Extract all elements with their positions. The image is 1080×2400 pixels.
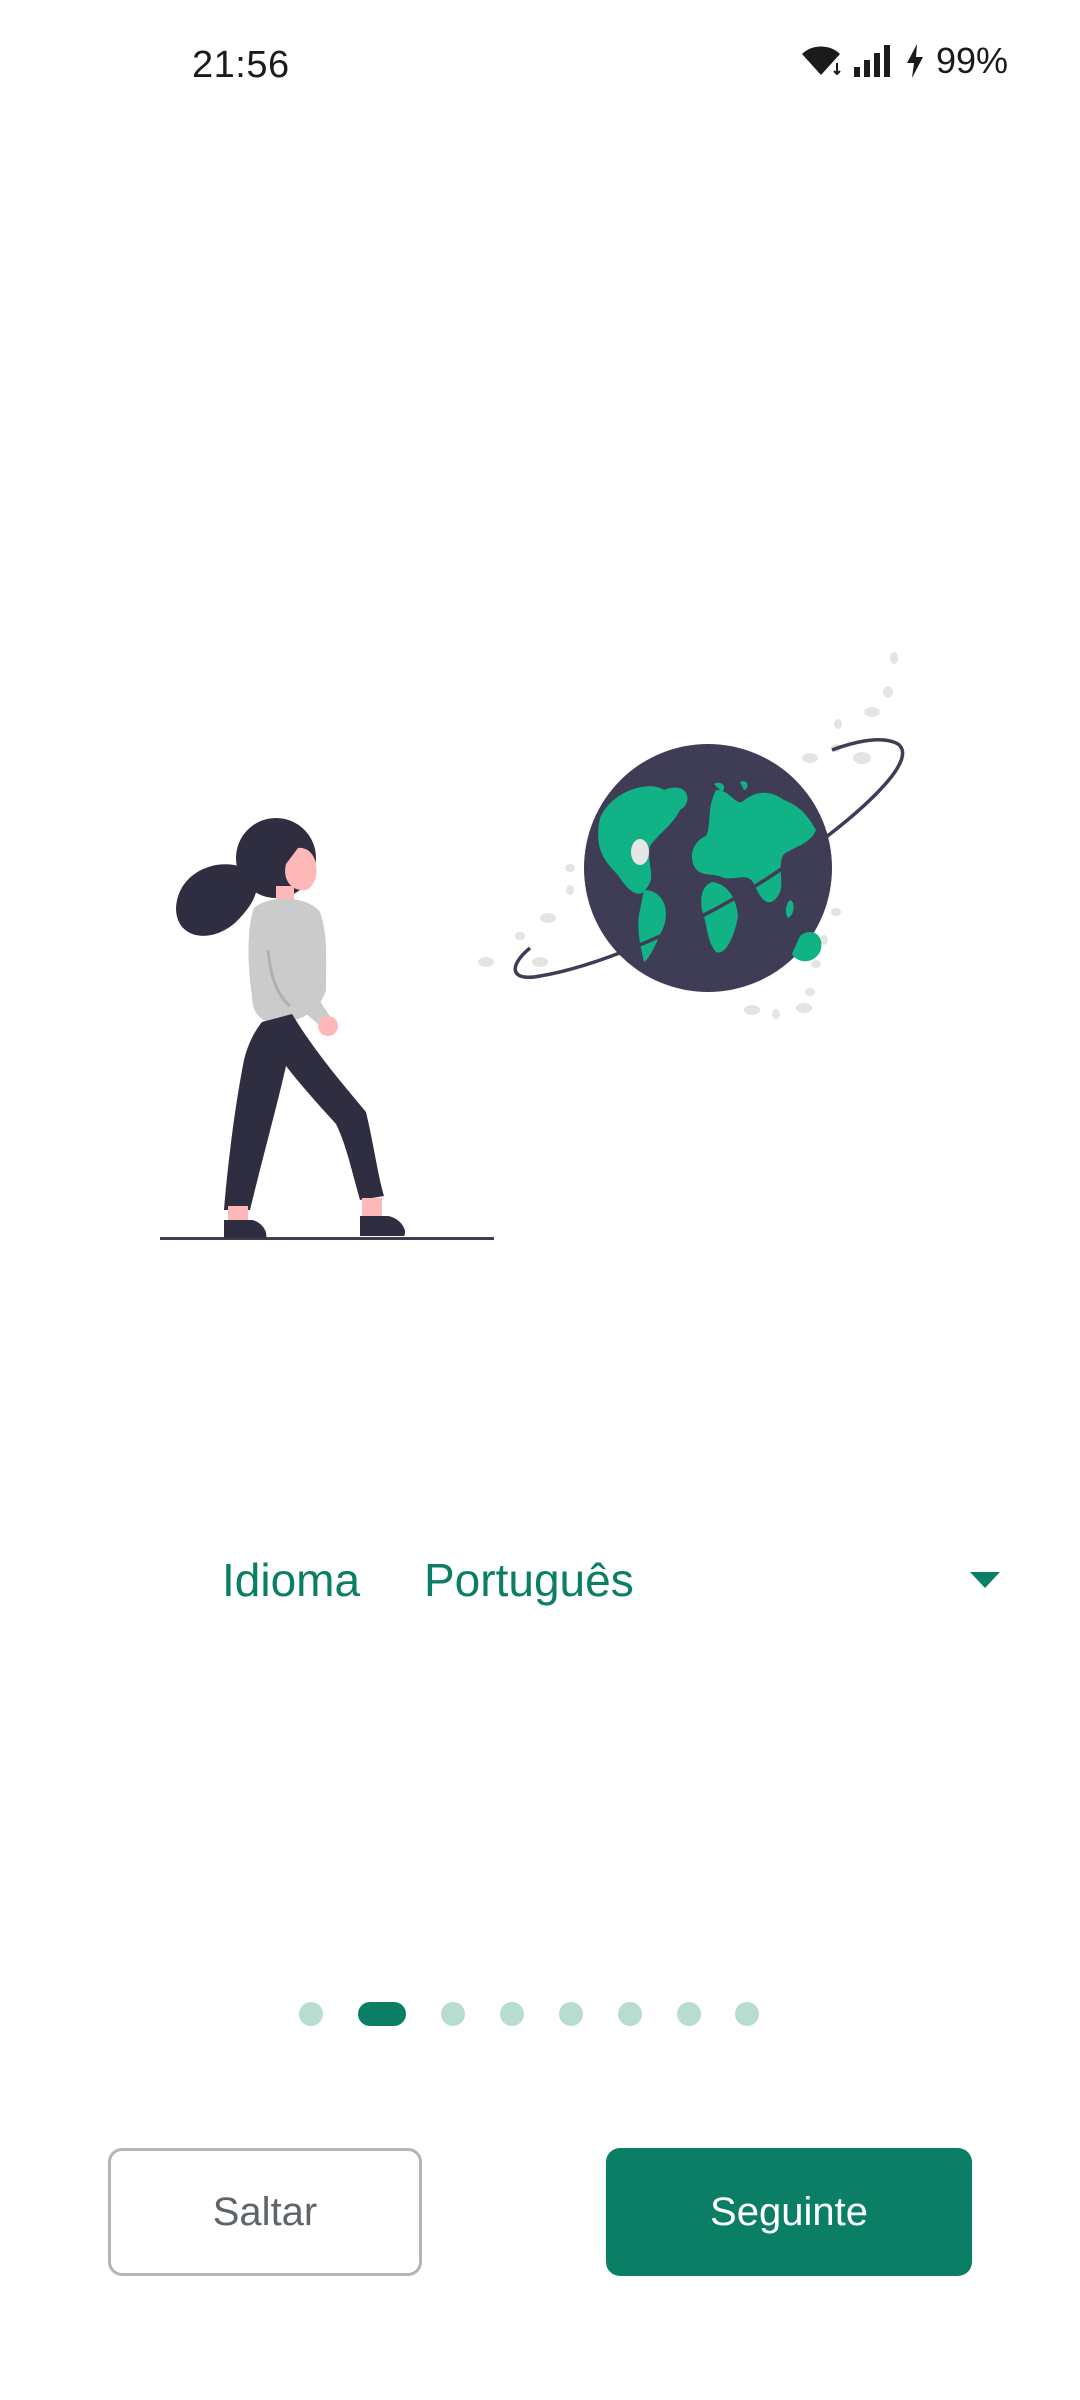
page-dot-3 — [441, 2002, 465, 2026]
language-selected-value: Português — [424, 1554, 634, 1606]
page-dot-7 — [677, 2002, 701, 2026]
status-time: 21:56 — [192, 44, 290, 86]
page-dot-8 — [735, 2002, 759, 2026]
charging-icon — [906, 44, 923, 78]
battery-percent: 99% — [935, 40, 1008, 81]
status-bar: 21:56 99% — [0, 0, 1080, 140]
woman-walking-illustration — [160, 818, 494, 1240]
page-dot-6 — [618, 2002, 642, 2026]
language-setting: Idioma Português — [222, 1540, 1014, 1620]
globe-illustration — [478, 652, 905, 1019]
signal-icon — [853, 45, 890, 77]
language-label: Idioma — [222, 1554, 361, 1606]
language-dropdown[interactable]: Português — [424, 1540, 1014, 1620]
page-dot-5 — [559, 2002, 583, 2026]
status-icons: 99% — [798, 40, 1008, 82]
page-indicator — [0, 2000, 1080, 2030]
onboarding-illustration — [160, 652, 905, 1240]
wifi-icon — [801, 46, 841, 76]
page-dot-2-active — [358, 2002, 406, 2026]
page-dot-1 — [299, 2002, 323, 2026]
page-dot-4 — [500, 2002, 524, 2026]
dropdown-arrow-icon — [970, 1572, 1000, 1588]
skip-button[interactable]: Saltar — [108, 2148, 422, 2276]
next-button[interactable]: Seguinte — [606, 2148, 972, 2276]
